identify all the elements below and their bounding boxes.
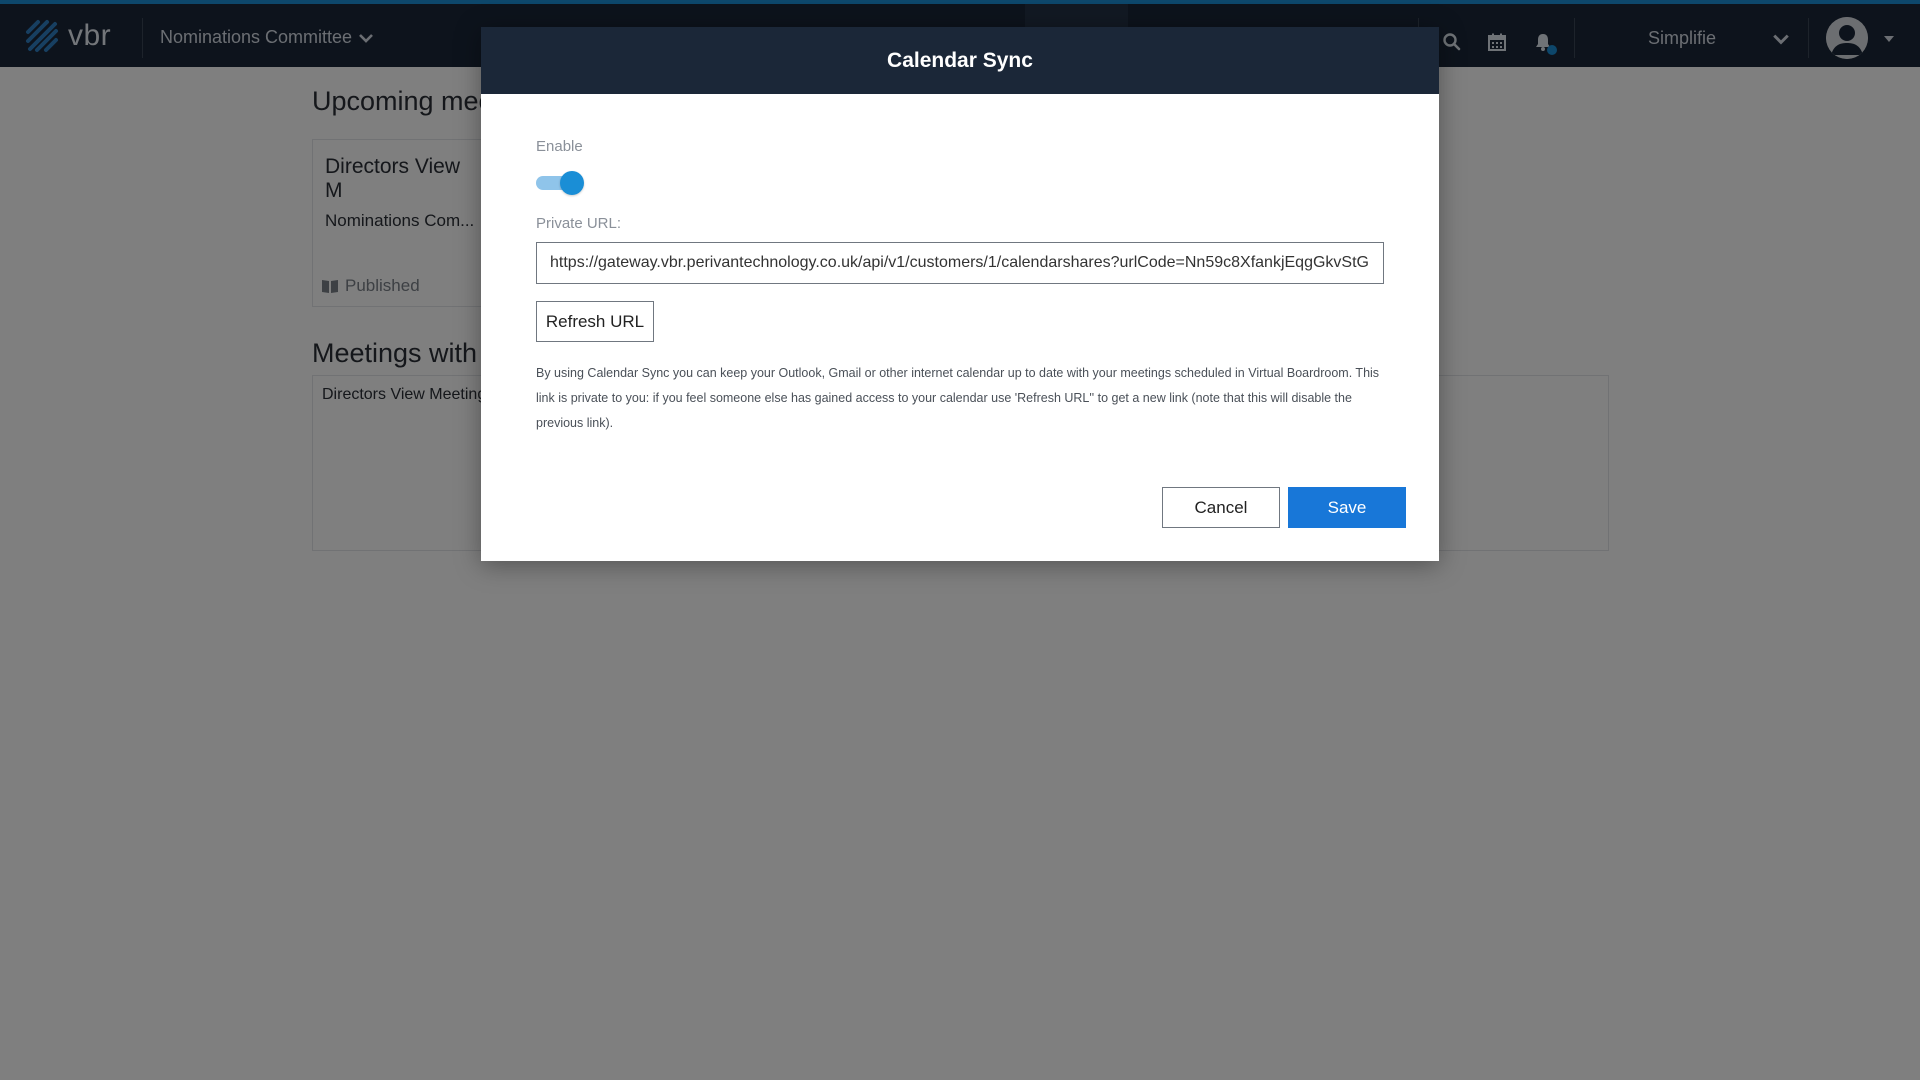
enable-label: Enable	[536, 138, 583, 155]
toggle-knob	[560, 171, 584, 195]
calendar-sync-dialog: Calendar Sync Enable Private URL: Refres…	[481, 27, 1439, 561]
enable-toggle[interactable]	[536, 170, 586, 196]
save-button[interactable]: Save	[1288, 487, 1406, 528]
private-url-field[interactable]	[536, 242, 1384, 284]
dialog-header: Calendar Sync	[481, 27, 1439, 94]
help-text: By using Calendar Sync you can keep your…	[536, 366, 1380, 430]
cancel-button[interactable]: Cancel	[1162, 487, 1280, 528]
refresh-url-button[interactable]: Refresh URL	[536, 301, 654, 342]
dialog-title: Calendar Sync	[887, 48, 1033, 72]
private-url-label: Private URL:	[536, 215, 622, 232]
